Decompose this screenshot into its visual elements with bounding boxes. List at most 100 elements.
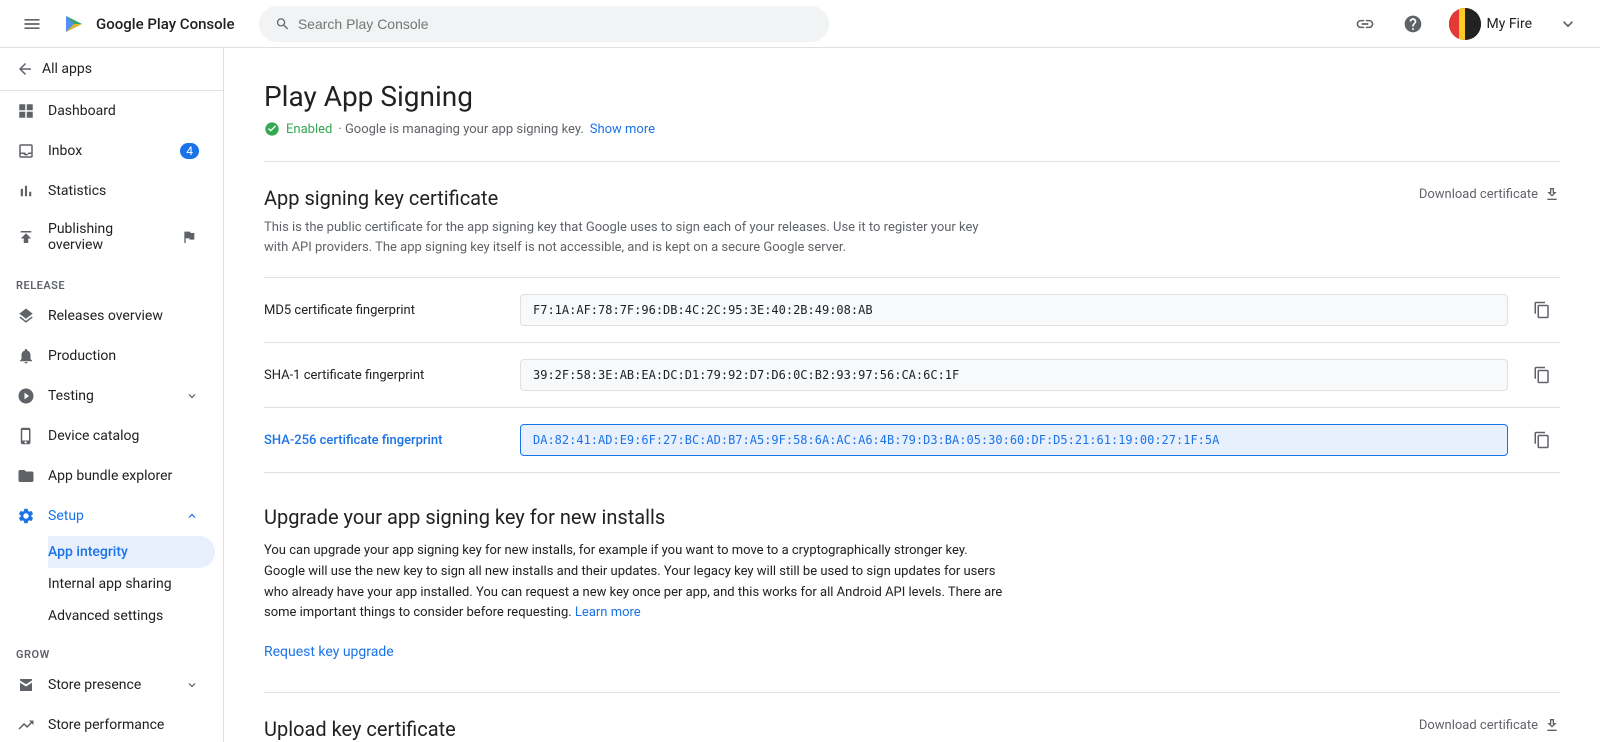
back-to-all-apps[interactable]: All apps [0, 48, 223, 91]
fingerprint-value-sha1: 39:2F:58:3E:AB:EA:DC:D1:79:92:D7:D6:0C:B… [520, 359, 1508, 391]
logo-text: Google Play Console [96, 15, 235, 33]
account-more-icon[interactable] [1548, 4, 1588, 44]
back-icon [16, 60, 34, 78]
grow-section-label: Grow [0, 632, 223, 665]
gear-icon [16, 506, 36, 526]
copy-md5-button[interactable] [1524, 292, 1560, 328]
menu-icon[interactable] [12, 4, 52, 44]
inbox-icon [16, 141, 36, 161]
copy-sha256-button[interactable] [1524, 422, 1560, 458]
page-title: Play App Signing [264, 80, 1560, 113]
publishing-flag-icon [179, 227, 199, 247]
app-signing-title: App signing key certificate [264, 186, 498, 210]
account-name: My Fire [1487, 16, 1533, 32]
search-icon [275, 16, 290, 32]
fingerprint-value-md5: F7:1A:AF:78:7F:96:DB:4C:2C:95:3E:40:2B:4… [520, 294, 1508, 326]
fingerprints-list: MD5 certificate fingerprint F7:1A:AF:78:… [264, 277, 1560, 473]
fingerprint-row-md5: MD5 certificate fingerprint F7:1A:AF:78:… [264, 277, 1560, 343]
sidebar-item-label: App bundle explorer [48, 468, 172, 484]
inbox-badge: 4 [180, 143, 199, 159]
phone-icon [16, 426, 36, 446]
fingerprint-value-sha256: DA:82:41:AD:E9:6F:27:BC:AD:B7:A5:9F:58:6… [520, 424, 1508, 456]
sidebar-item-production[interactable]: Production [0, 336, 215, 376]
sidebar-item-label: Production [48, 348, 116, 364]
fingerprint-label-sha256: SHA-256 certificate fingerprint [264, 433, 504, 448]
sidebar-item-advanced-settings[interactable]: Advanced settings [48, 600, 215, 632]
help-icon-btn[interactable] [1393, 4, 1433, 44]
back-label: All apps [42, 61, 92, 77]
fingerprint-label-md5: MD5 certificate fingerprint [264, 303, 504, 318]
sidebar-item-statistics[interactable]: Statistics [0, 171, 215, 211]
sidebar-item-label: Inbox [48, 143, 82, 159]
upload-key-section: Upload key certificate Download certific… [264, 717, 1560, 742]
main-content: Play App Signing Enabled · Google is man… [224, 48, 1600, 742]
sidebar-item-label: Dashboard [48, 103, 116, 119]
search-bar[interactable] [259, 6, 829, 42]
sidebar-item-internal-app-sharing[interactable]: Internal app sharing [48, 568, 215, 600]
fingerprint-row-sha256: SHA-256 certificate fingerprint DA:82:41… [264, 408, 1560, 473]
sidebar-item-setup[interactable]: Setup [0, 496, 215, 536]
fingerprint-label-sha1: SHA-1 certificate fingerprint [264, 368, 504, 383]
sidebar-item-publishing-overview[interactable]: Publishing overview [0, 211, 215, 263]
avatar [1449, 8, 1481, 40]
enabled-check-icon [264, 121, 280, 137]
search-input[interactable] [298, 16, 813, 32]
sidebar-item-inbox[interactable]: Inbox 4 [0, 131, 215, 171]
release-section-label: Release [0, 263, 223, 296]
sidebar-item-dashboard[interactable]: Dashboard [0, 91, 215, 131]
sidebar: All apps Dashboard Inbox 4 Statistics [0, 48, 224, 742]
upgrade-section: Upgrade your app signing key for new ins… [264, 505, 1560, 660]
expand-icon [185, 389, 199, 403]
sidebar-sub-item-label: Advanced settings [48, 608, 163, 624]
sidebar-item-label: Publishing overview [48, 221, 167, 253]
sidebar-item-label: Statistics [48, 183, 106, 199]
sidebar-item-label: Store presence [48, 677, 141, 693]
sidebar-item-label: Testing [48, 388, 94, 404]
sidebar-item-app-bundle-explorer[interactable]: App bundle explorer [0, 456, 215, 496]
folder-icon [16, 466, 36, 486]
layers-icon [16, 306, 36, 326]
sidebar-item-label: Setup [48, 508, 84, 524]
topbar-right: My Fire [1345, 4, 1589, 44]
publish-icon [16, 227, 36, 247]
status-enabled: Enabled [286, 122, 332, 137]
link-icon-btn[interactable] [1345, 4, 1385, 44]
learn-more-link[interactable]: Learn more [575, 605, 641, 620]
download-cert-button-top[interactable]: Download certificate [1419, 186, 1560, 202]
logo[interactable]: Google Play Console [60, 10, 235, 38]
sidebar-item-device-catalog[interactable]: Device catalog [0, 416, 215, 456]
expand-grow-icon [185, 678, 199, 692]
download-cert-label-bottom: Download certificate [1419, 718, 1538, 733]
sidebar-item-releases-overview[interactable]: Releases overview [0, 296, 215, 336]
topbar: Google Play Console [0, 0, 1600, 48]
sidebar-item-label: Device catalog [48, 428, 139, 444]
fingerprint-row-sha1: SHA-1 certificate fingerprint 39:2F:58:3… [264, 343, 1560, 408]
bar-chart-icon [16, 181, 36, 201]
sidebar-item-store-performance[interactable]: Store performance [0, 705, 215, 742]
account-area[interactable]: My Fire [1441, 4, 1541, 44]
collapse-icon [185, 509, 199, 523]
sidebar-sub-item-label: App integrity [48, 544, 128, 560]
download-cert-button-bottom[interactable]: Download certificate [1419, 717, 1560, 733]
upgrade-desc: You can upgrade your app signing key for… [264, 541, 1004, 624]
download-cert-label-top: Download certificate [1419, 187, 1538, 202]
app-signing-section: App signing key certificate Download cer… [264, 186, 1560, 473]
sidebar-item-app-integrity[interactable]: App integrity [48, 536, 215, 568]
setup-sub-menu: App integrity Internal app sharing Advan… [0, 536, 223, 632]
sidebar-item-store-presence[interactable]: Store presence [0, 665, 215, 705]
trending-up-icon [16, 715, 36, 735]
request-key-upgrade-link[interactable]: Request key upgrade [264, 644, 394, 660]
app-signing-desc: This is the public certificate for the a… [264, 218, 1004, 257]
show-more-link[interactable]: Show more [590, 122, 655, 137]
download-icon-top [1544, 186, 1560, 202]
store-icon [16, 675, 36, 695]
copy-sha1-button[interactable] [1524, 357, 1560, 393]
download-icon-bottom [1544, 717, 1560, 733]
upgrade-title: Upgrade your app signing key for new ins… [264, 505, 1560, 529]
upload-key-title: Upload key certificate [264, 717, 456, 741]
grid-icon [16, 101, 36, 121]
bell-icon [16, 346, 36, 366]
play-circle-icon [16, 386, 36, 406]
sidebar-sub-item-label: Internal app sharing [48, 576, 172, 592]
sidebar-item-testing[interactable]: Testing [0, 376, 215, 416]
